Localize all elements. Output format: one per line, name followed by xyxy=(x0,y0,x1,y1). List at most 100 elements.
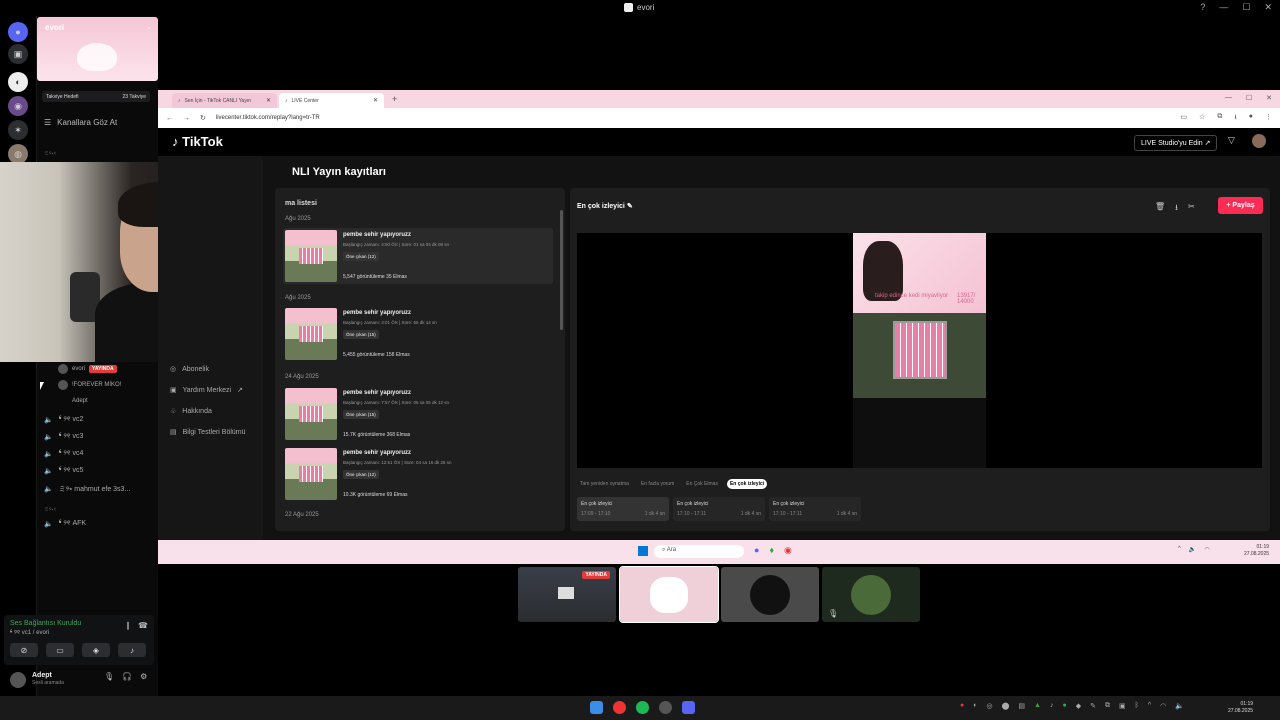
activity-button[interactable]: ◈ xyxy=(82,643,110,657)
inbox-icon[interactable]: ▣ xyxy=(8,44,28,64)
chip-most-comments[interactable]: En fazla yorum xyxy=(638,479,677,489)
voice-channel[interactable]: 🔈 ❛ ୨୧ vc2 xyxy=(44,416,83,424)
participant-tile[interactable] xyxy=(721,567,819,622)
download-icon[interactable]: ⭳ xyxy=(1234,113,1236,124)
tab-tiktok-live[interactable]: ♪ Sen İçin - TikTok CANLI Yayın ✕ xyxy=(172,93,277,108)
tray-icon[interactable]: ▤ xyxy=(1018,702,1025,710)
download-icon[interactable]: ⭳ xyxy=(1175,202,1178,216)
edit-icon[interactable]: ✎ xyxy=(627,203,633,210)
tray-icon[interactable]: ⬤ xyxy=(1002,702,1010,710)
wifi-icon[interactable]: ◠ xyxy=(1160,702,1166,710)
video-player[interactable]: takip edince kedi miyavliyor 13917/ 1400… xyxy=(577,233,1262,468)
reload-icon[interactable]: ↻ xyxy=(200,114,206,122)
boost-goal[interactable]: Takviye Hedefi 23 Takviye xyxy=(42,91,150,102)
inner-clock[interactable]: 01:19 27.08.2025 xyxy=(1244,544,1269,558)
discord-icon[interactable] xyxy=(682,701,695,714)
close-button[interactable]: ✕ xyxy=(1266,94,1272,102)
close-icon[interactable]: ✕ xyxy=(266,97,271,104)
delete-icon[interactable]: 🗑 xyxy=(1155,202,1165,216)
chrome-icon[interactable] xyxy=(659,701,672,714)
tray-icon[interactable]: ▣ xyxy=(1119,702,1126,710)
search-input[interactable]: ⌕ Ara xyxy=(654,545,744,558)
chip-most-diamonds[interactable]: En Çok Elmas xyxy=(683,479,721,489)
highlight-badge[interactable]: Öne çıkan (12) xyxy=(343,470,379,479)
chip-most-viewers[interactable]: En çok izleyici xyxy=(726,479,768,489)
tray-icon[interactable]: ▲ xyxy=(1034,702,1041,710)
stream-tile[interactable]: YAYINDA xyxy=(518,567,616,622)
list-item[interactable]: pembe sehir yapıyoruzz Başlangıç zamanı:… xyxy=(283,306,553,362)
tray-icon[interactable]: ◆ xyxy=(1076,702,1081,710)
chip-full-replay[interactable]: Tam yeniden oynatma xyxy=(577,479,632,489)
highlight-badge[interactable]: Öne çıkan (15) xyxy=(343,330,379,339)
windows-start-icon[interactable] xyxy=(638,546,648,556)
clip-item[interactable]: En çok izleyici 17:10 - 17:11 1 dk 4 sn xyxy=(673,497,765,521)
participant-tile[interactable] xyxy=(619,566,719,623)
tray-icon[interactable]: ◎ xyxy=(986,702,992,710)
filter-icon[interactable]: ▽ xyxy=(1228,135,1235,146)
browse-channels[interactable]: ☰ Kanallara Göz At xyxy=(44,118,117,127)
tray-icon[interactable]: ◐ xyxy=(973,702,977,710)
voice-channel[interactable]: 🔈 ❛ ୨୧ vc4 xyxy=(44,450,83,458)
new-tab-button[interactable]: + xyxy=(386,94,403,104)
microphone-icon[interactable]: 🎙 xyxy=(104,672,114,681)
list-scrollbar[interactable] xyxy=(560,210,563,330)
volume-icon[interactable]: 🔈 xyxy=(1189,546,1196,553)
cast-icon[interactable]: ▭ xyxy=(1180,113,1187,124)
server-icon[interactable]: ◍ xyxy=(8,144,28,164)
help-icon[interactable]: ? xyxy=(1200,2,1205,13)
highlight-badge[interactable]: Öne çıkan (15) xyxy=(343,410,379,419)
voice-user[interactable]: Adept xyxy=(58,396,88,406)
app-icon[interactable]: ♦ xyxy=(769,545,774,556)
tray-icon[interactable]: ✎ xyxy=(1090,702,1096,710)
voice-channel-afk[interactable]: 🔈 ❛ ୨୧ AFK xyxy=(44,520,86,528)
disconnect-icon[interactable]: ☎ xyxy=(138,621,148,630)
avatar[interactable] xyxy=(1252,134,1266,148)
close-button[interactable]: ✕ xyxy=(1264,2,1272,13)
wifi-icon[interactable]: ◠ xyxy=(1204,546,1209,553)
avatar[interactable] xyxy=(10,672,26,688)
trim-icon[interactable]: ✂ xyxy=(1188,202,1195,216)
share-button[interactable]: + Paylaş xyxy=(1218,197,1263,214)
chevron-up-icon[interactable]: ^ xyxy=(1148,702,1151,710)
chevron-up-icon[interactable]: ^ xyxy=(1178,546,1181,553)
clip-item[interactable]: En çok izleyici 17:10 - 17:11 1 dk 4 sn xyxy=(769,497,861,521)
back-icon[interactable]: ← xyxy=(166,115,173,122)
voice-channel[interactable]: 🔈 ❛ ୨୧ vc5 xyxy=(44,467,83,475)
screen-share-button[interactable]: ▭ xyxy=(46,643,74,657)
profile-icon[interactable]: ● xyxy=(1249,113,1253,124)
voice-channel[interactable]: 🔈 ミ୨⭑ mahmut efe 3s3... xyxy=(44,484,130,494)
server-icon-evori[interactable]: ◐ xyxy=(8,72,28,92)
participant-tile[interactable]: 🎙 xyxy=(822,567,920,622)
opera-icon[interactable] xyxy=(613,701,626,714)
spotify-icon[interactable] xyxy=(636,701,649,714)
star-icon[interactable]: ☆ xyxy=(1199,113,1205,124)
gear-icon[interactable]: ⚙ xyxy=(140,672,147,681)
clip-item[interactable]: En çok izleyici 17:09 - 17:10 1 dk 4 sn xyxy=(577,497,669,521)
system-clock[interactable]: 01:19 27.08.2025 xyxy=(1228,701,1253,715)
nav-item[interactable]: ◎ Abonelik xyxy=(170,365,209,374)
discord-icon[interactable]: ● xyxy=(754,545,759,556)
minimize-button[interactable]: — xyxy=(1225,94,1232,102)
star-server-icon[interactable]: ✶ xyxy=(8,120,28,140)
close-icon[interactable]: ✕ xyxy=(373,97,378,104)
tray-icon[interactable]: ⧉ xyxy=(1105,702,1110,710)
extensions-icon[interactable]: ⧉ xyxy=(1217,113,1222,124)
forward-icon[interactable]: → xyxy=(183,115,190,122)
noise-icon[interactable]: ∥ xyxy=(126,621,130,630)
camera-off-button[interactable]: ⊘ xyxy=(10,643,38,657)
server-icon[interactable]: ◉ xyxy=(8,96,28,116)
spotify-tray-icon[interactable]: ● xyxy=(1062,702,1066,710)
voice-channel-path[interactable]: ❛ ୨୧ vc1 / evori xyxy=(10,630,49,637)
nav-item-help[interactable]: ▣ Yardım Merkezi ↗ xyxy=(170,386,243,395)
volume-icon[interactable]: 🔈 xyxy=(1175,702,1184,710)
tiktok-logo[interactable]: ♪ TikTok xyxy=(172,134,223,149)
list-item[interactable]: pembe sehir yapıyoruzz Başlangıç zamanı:… xyxy=(283,228,553,284)
nav-item-about[interactable]: ♧ Hakkında xyxy=(170,407,212,416)
voice-user[interactable]: !FOREVER MİKO! xyxy=(58,380,121,390)
list-item[interactable]: pembe sehir yapıyoruzz Başlangıç zamanı:… xyxy=(283,446,553,502)
tab-live-center[interactable]: ♪ LIVE Center ✕ xyxy=(279,93,384,108)
voice-channel[interactable]: 🔈 ❛ ୨୧ vc3 xyxy=(44,433,83,441)
soundboard-button[interactable]: ♪ xyxy=(118,643,146,657)
tray-icon[interactable]: ♪ xyxy=(1050,702,1054,710)
voice-user[interactable]: evori YAYINDA xyxy=(58,364,117,374)
